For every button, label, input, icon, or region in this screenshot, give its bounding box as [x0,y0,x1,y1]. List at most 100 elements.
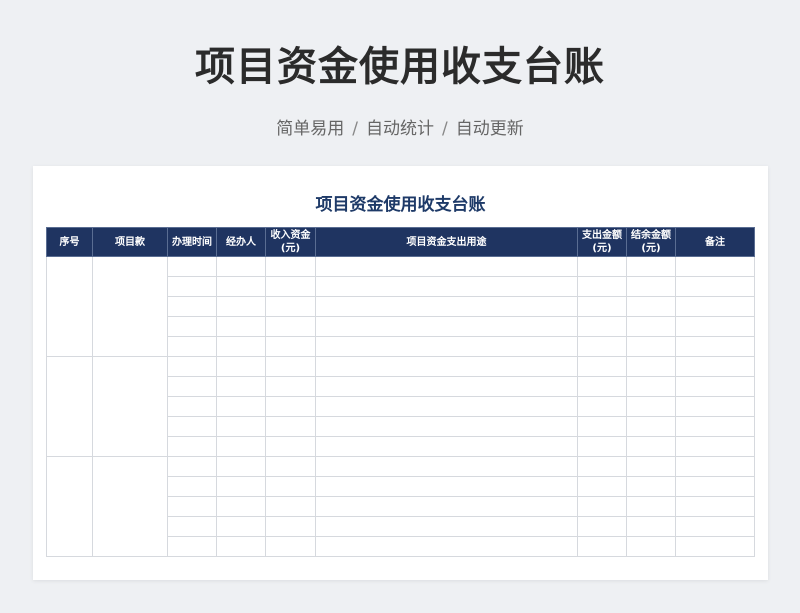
cell-income[interactable] [265,456,316,477]
cell-notes[interactable] [675,396,755,417]
cell-income[interactable] [265,416,316,437]
cell-notes[interactable] [675,356,755,377]
cell-balance[interactable] [626,516,676,537]
cell-notes[interactable] [675,276,755,297]
cell-purpose[interactable] [315,416,578,437]
cell-notes[interactable] [675,296,755,317]
cell-handler[interactable] [216,256,266,277]
cell-time[interactable] [167,296,217,317]
cell-project[interactable] [92,256,168,357]
cell-seq[interactable] [46,256,93,357]
cell-handler[interactable] [216,436,266,457]
cell-time[interactable] [167,356,217,377]
cell-balance[interactable] [626,356,676,377]
cell-income[interactable] [265,376,316,397]
col-header-seq[interactable]: 序号 [46,227,93,257]
cell-notes[interactable] [675,456,755,477]
cell-purpose[interactable] [315,296,578,317]
cell-income[interactable] [265,276,316,297]
col-header-time[interactable]: 办理时间 [167,227,217,257]
cell-income[interactable] [265,316,316,337]
cell-project[interactable] [92,356,168,457]
cell-handler[interactable] [216,496,266,517]
cell-purpose[interactable] [315,496,578,517]
cell-income[interactable] [265,436,316,457]
cell-balance[interactable] [626,276,676,297]
cell-handler[interactable] [216,456,266,477]
cell-balance[interactable] [626,396,676,417]
cell-notes[interactable] [675,256,755,277]
col-header-project[interactable]: 项目款 [92,227,168,257]
cell-seq[interactable] [46,456,93,557]
col-header-notes[interactable]: 备注 [675,227,755,257]
cell-handler[interactable] [216,396,266,417]
cell-time[interactable] [167,456,217,477]
cell-time[interactable] [167,316,217,337]
cell-purpose[interactable] [315,376,578,397]
cell-expense[interactable] [577,296,627,317]
cell-expense[interactable] [577,316,627,337]
col-header-expense[interactable]: 支出金额 (元) [577,227,627,257]
cell-time[interactable] [167,536,217,557]
cell-purpose[interactable] [315,456,578,477]
cell-income[interactable] [265,476,316,497]
cell-notes[interactable] [675,416,755,437]
cell-purpose[interactable] [315,516,578,537]
cell-handler[interactable] [216,356,266,377]
cell-expense[interactable] [577,336,627,357]
cell-balance[interactable] [626,256,676,277]
cell-income[interactable] [265,396,316,417]
cell-handler[interactable] [216,276,266,297]
cell-purpose[interactable] [315,536,578,557]
cell-handler[interactable] [216,336,266,357]
cell-income[interactable] [265,516,316,537]
col-header-balance[interactable]: 结余金额 (元) [626,227,676,257]
cell-handler[interactable] [216,416,266,437]
cell-expense[interactable] [577,496,627,517]
cell-time[interactable] [167,476,217,497]
cell-seq[interactable] [46,356,93,457]
cell-income[interactable] [265,496,316,517]
cell-notes[interactable] [675,536,755,557]
cell-time[interactable] [167,416,217,437]
cell-balance[interactable] [626,376,676,397]
cell-purpose[interactable] [315,276,578,297]
cell-expense[interactable] [577,476,627,497]
cell-balance[interactable] [626,336,676,357]
cell-purpose[interactable] [315,476,578,497]
col-header-income[interactable]: 收入资金 (元) [265,227,316,257]
cell-time[interactable] [167,376,217,397]
cell-income[interactable] [265,536,316,557]
cell-notes[interactable] [675,316,755,337]
cell-income[interactable] [265,296,316,317]
cell-purpose[interactable] [315,396,578,417]
col-header-handler[interactable]: 经办人 [216,227,266,257]
cell-handler[interactable] [216,536,266,557]
cell-purpose[interactable] [315,336,578,357]
cell-balance[interactable] [626,456,676,477]
col-header-purpose[interactable]: 项目资金支出用途 [315,227,578,257]
cell-balance[interactable] [626,476,676,497]
cell-handler[interactable] [216,316,266,337]
cell-expense[interactable] [577,416,627,437]
cell-time[interactable] [167,256,217,277]
cell-expense[interactable] [577,436,627,457]
cell-expense[interactable] [577,356,627,377]
cell-balance[interactable] [626,296,676,317]
cell-expense[interactable] [577,456,627,477]
cell-expense[interactable] [577,516,627,537]
cell-expense[interactable] [577,536,627,557]
cell-handler[interactable] [216,476,266,497]
cell-notes[interactable] [675,336,755,357]
cell-balance[interactable] [626,436,676,457]
cell-balance[interactable] [626,536,676,557]
cell-balance[interactable] [626,496,676,517]
cell-balance[interactable] [626,416,676,437]
cell-handler[interactable] [216,376,266,397]
cell-purpose[interactable] [315,436,578,457]
cell-expense[interactable] [577,256,627,277]
cell-balance[interactable] [626,316,676,337]
cell-handler[interactable] [216,516,266,537]
cell-notes[interactable] [675,476,755,497]
cell-income[interactable] [265,356,316,377]
